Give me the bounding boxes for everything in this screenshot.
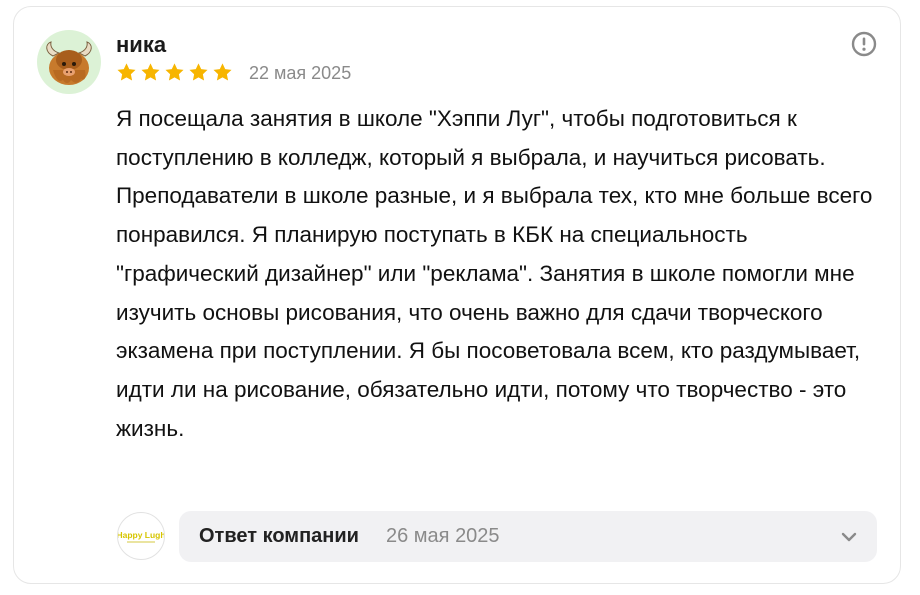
author-name[interactable]: ника (116, 32, 166, 58)
company-reply-label: Ответ компании (199, 525, 359, 547)
chevron-down-icon (841, 532, 857, 542)
yak-avatar-icon (46, 41, 92, 85)
exclamation-circle-icon (851, 31, 877, 57)
star-icon (117, 63, 136, 81)
company-reply-toggle[interactable]: Ответ компании 26 мая 2025 (179, 511, 877, 562)
rating-stars (116, 62, 233, 83)
svg-text:Happy Lugh: Happy Lugh (118, 530, 164, 540)
star-icon (189, 63, 208, 81)
review-text: Я посещала занятия в школе "Хэппи Луг", … (116, 106, 873, 441)
report-button[interactable] (851, 31, 877, 57)
company-logo-image: Happy Lugh (118, 530, 164, 543)
star-icon (141, 63, 160, 81)
author-avatar[interactable] (37, 30, 101, 94)
star-icon (213, 63, 232, 81)
company-logo[interactable]: Happy Lugh (117, 512, 165, 560)
review-date: 22 мая 2025 (249, 63, 352, 83)
company-reply-date: 26 мая 2025 (386, 525, 500, 547)
star-icon (165, 63, 184, 81)
